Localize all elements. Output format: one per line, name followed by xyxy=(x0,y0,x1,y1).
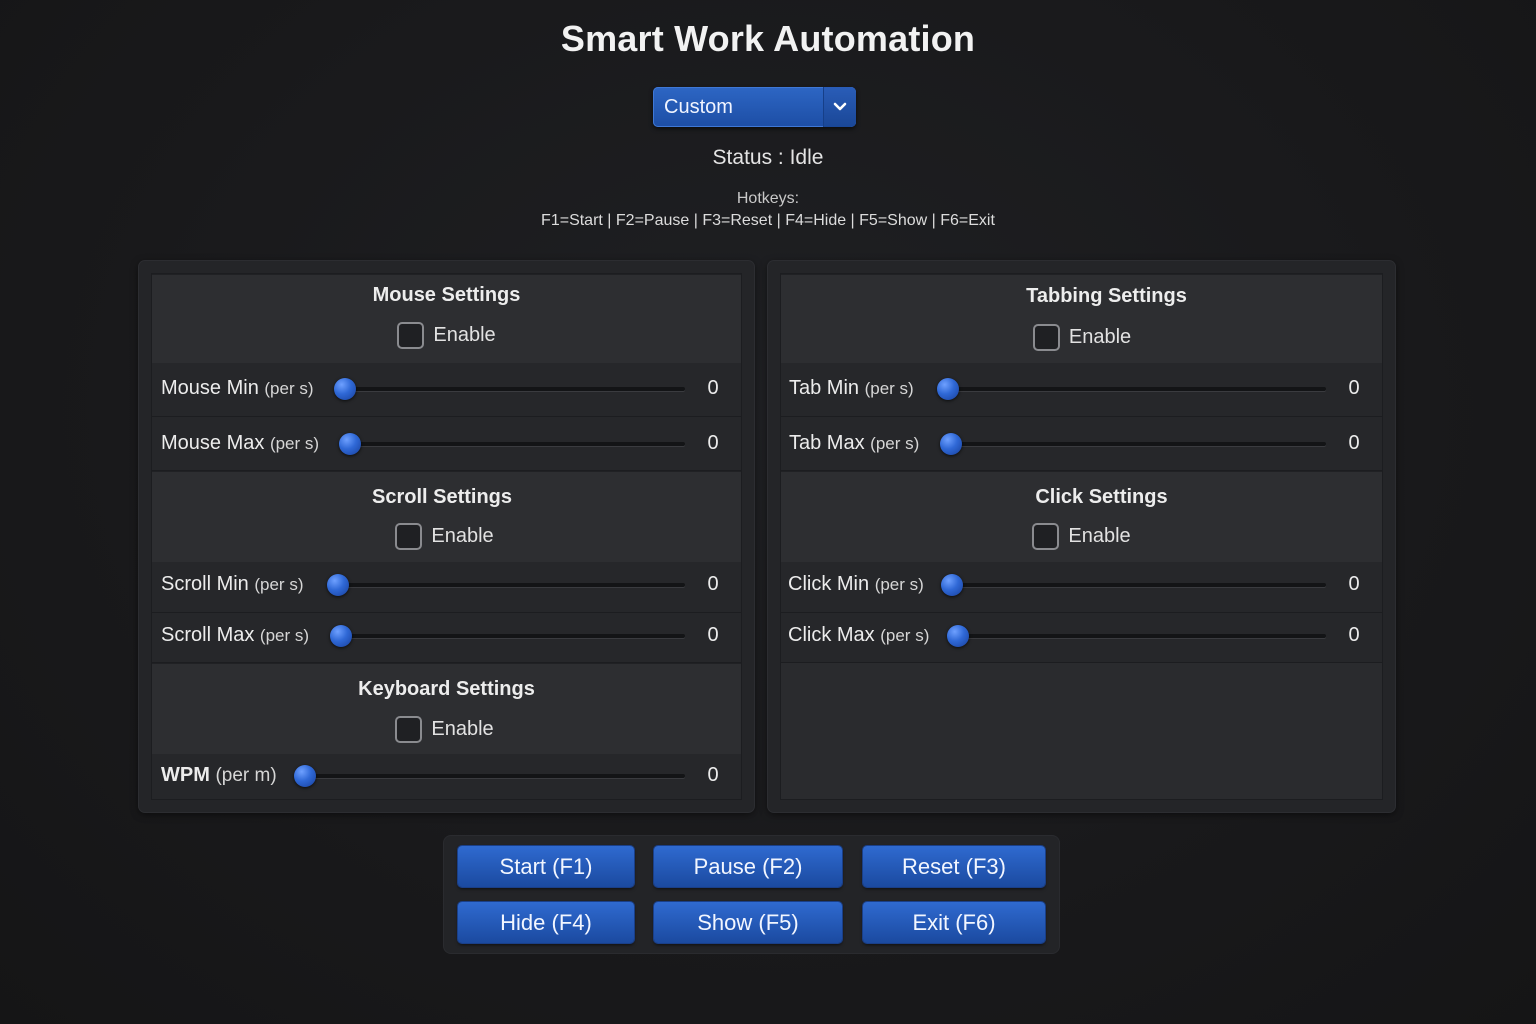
scroll-max-slider-thumb[interactable] xyxy=(330,625,352,647)
tab-min-slider-thumb[interactable] xyxy=(937,378,959,400)
scroll-min-slider[interactable] xyxy=(338,583,685,587)
tab-max-row: Tab Max (per s) 0 xyxy=(781,417,1382,471)
mouse-max-row: Mouse Max (per s) 0 xyxy=(152,417,741,471)
wpm-row: WPM (per m) 0 xyxy=(152,754,741,799)
scroll-settings-header: Scroll Settings Enable xyxy=(152,471,741,563)
tabbing-enable-checkbox[interactable] xyxy=(1032,324,1060,351)
reset-button[interactable]: Reset (F3) xyxy=(863,846,1045,887)
control-buttons-panel: Start (F1) Pause (F2) Reset (F3) Hide (F… xyxy=(444,836,1059,953)
scroll-enable-label: Enable xyxy=(431,525,494,547)
tab-min-value: 0 xyxy=(1348,377,1360,399)
mouse-min-slider-thumb[interactable] xyxy=(334,378,356,400)
mouse-min-slider[interactable] xyxy=(345,387,685,391)
scroll-max-slider[interactable] xyxy=(341,634,685,638)
tab-max-slider-thumb[interactable] xyxy=(940,433,962,455)
app-window: Smart Work Automation Custom Status : Id… xyxy=(0,0,1536,1024)
click-max-slider-thumb[interactable] xyxy=(947,625,969,647)
scroll-enable: Enable xyxy=(148,523,741,550)
mouse-min-label: Mouse Min (per s) xyxy=(161,377,314,399)
left-settings-panel: Mouse Settings Enable Mouse Min (per s) … xyxy=(139,261,754,812)
mouse-max-slider[interactable] xyxy=(350,442,685,446)
scroll-max-value: 0 xyxy=(707,624,719,646)
tabbing-enable-label: Enable xyxy=(1068,326,1132,348)
click-min-slider[interactable] xyxy=(952,583,1326,587)
hotkeys-list: F1=Start | F2=Pause | F3=Reset | F4=Hide… xyxy=(541,212,995,229)
click-max-label: Click Max (per s) xyxy=(788,624,930,646)
click-settings-header: Click Settings Enable xyxy=(781,471,1382,563)
wpm-label: WPM (per m) xyxy=(161,764,277,786)
chevron-down-icon[interactable] xyxy=(823,87,856,127)
click-max-value: 0 xyxy=(1348,624,1360,646)
tabbing-settings-title: Tabbing Settings xyxy=(1026,285,1187,307)
click-min-value: 0 xyxy=(1348,573,1360,595)
scroll-min-slider-thumb[interactable] xyxy=(327,574,349,596)
wpm-slider[interactable] xyxy=(305,774,685,778)
tab-max-label: Tab Max (per s) xyxy=(789,432,920,454)
keyboard-enable-label: Enable xyxy=(431,718,494,740)
click-min-label: Click Min (per s) xyxy=(788,573,924,595)
tabbing-settings-header: Tabbing Settings Enable xyxy=(781,274,1382,364)
app-title: Smart Work Automation xyxy=(560,18,976,59)
mouse-enable-label: Enable xyxy=(433,324,496,346)
keyboard-settings-header: Keyboard Settings Enable xyxy=(152,663,741,755)
click-enable-checkbox[interactable] xyxy=(1032,523,1060,550)
click-min-slider-thumb[interactable] xyxy=(941,574,963,596)
tab-max-value: 0 xyxy=(1348,432,1360,454)
keyboard-enable-checkbox[interactable] xyxy=(395,716,423,743)
tabbing-enable: Enable xyxy=(782,324,1382,351)
scroll-max-row: Scroll Max (per s) 0 xyxy=(152,613,741,663)
tab-min-slider[interactable] xyxy=(948,387,1326,391)
wpm-slider-thumb[interactable] xyxy=(294,765,316,787)
keyboard-settings-title: Keyboard Settings xyxy=(358,678,535,700)
mouse-max-value: 0 xyxy=(707,432,719,454)
right-settings-panel: Tabbing Settings Enable Tab Min (per s) … xyxy=(768,261,1395,812)
scroll-min-row: Scroll Min (per s) 0 xyxy=(152,562,741,613)
scroll-min-value: 0 xyxy=(707,573,719,595)
scroll-min-label: Scroll Min (per s) xyxy=(161,573,304,595)
tab-min-row: Tab Min (per s) 0 xyxy=(781,363,1382,417)
click-min-row: Click Min (per s) 0 xyxy=(781,562,1382,613)
right-settings-inner: Tabbing Settings Enable Tab Min (per s) … xyxy=(780,273,1383,800)
click-enable: Enable xyxy=(781,523,1382,550)
status-text: Status : Idle xyxy=(712,146,824,169)
tab-min-label: Tab Min (per s) xyxy=(789,377,914,399)
wpm-value: 0 xyxy=(707,764,719,786)
pause-button[interactable]: Pause (F2) xyxy=(654,846,842,887)
mouse-enable-checkbox[interactable] xyxy=(397,322,425,349)
profile-dropdown[interactable]: Custom xyxy=(653,87,856,127)
mouse-max-label: Mouse Max (per s) xyxy=(161,432,320,454)
show-button[interactable]: Show (F5) xyxy=(654,902,842,943)
scroll-max-label: Scroll Max (per s) xyxy=(161,624,310,646)
click-max-row: Click Max (per s) 0 xyxy=(781,613,1382,663)
left-settings-inner: Mouse Settings Enable Mouse Min (per s) … xyxy=(151,273,742,800)
mouse-settings-header: Mouse Settings Enable xyxy=(152,274,741,364)
tab-max-slider[interactable] xyxy=(951,442,1326,446)
hotkeys-label: Hotkeys: xyxy=(736,190,800,207)
mouse-min-row: Mouse Min (per s) 0 xyxy=(152,363,741,417)
scroll-enable-checkbox[interactable] xyxy=(395,523,423,550)
click-settings-title: Click Settings xyxy=(1035,486,1168,508)
hide-button[interactable]: Hide (F4) xyxy=(458,902,634,943)
scroll-settings-title: Scroll Settings xyxy=(371,486,513,508)
mouse-enable: Enable xyxy=(152,322,741,349)
exit-button[interactable]: Exit (F6) xyxy=(863,902,1045,943)
start-button[interactable]: Start (F1) xyxy=(458,846,634,887)
mouse-max-slider-thumb[interactable] xyxy=(339,433,361,455)
profile-dropdown-value: Custom xyxy=(664,95,733,118)
mouse-min-value: 0 xyxy=(707,377,719,399)
keyboard-enable: Enable xyxy=(148,716,741,743)
click-max-slider[interactable] xyxy=(958,634,1326,638)
click-enable-label: Enable xyxy=(1068,525,1131,547)
mouse-settings-title: Mouse Settings xyxy=(372,284,521,306)
